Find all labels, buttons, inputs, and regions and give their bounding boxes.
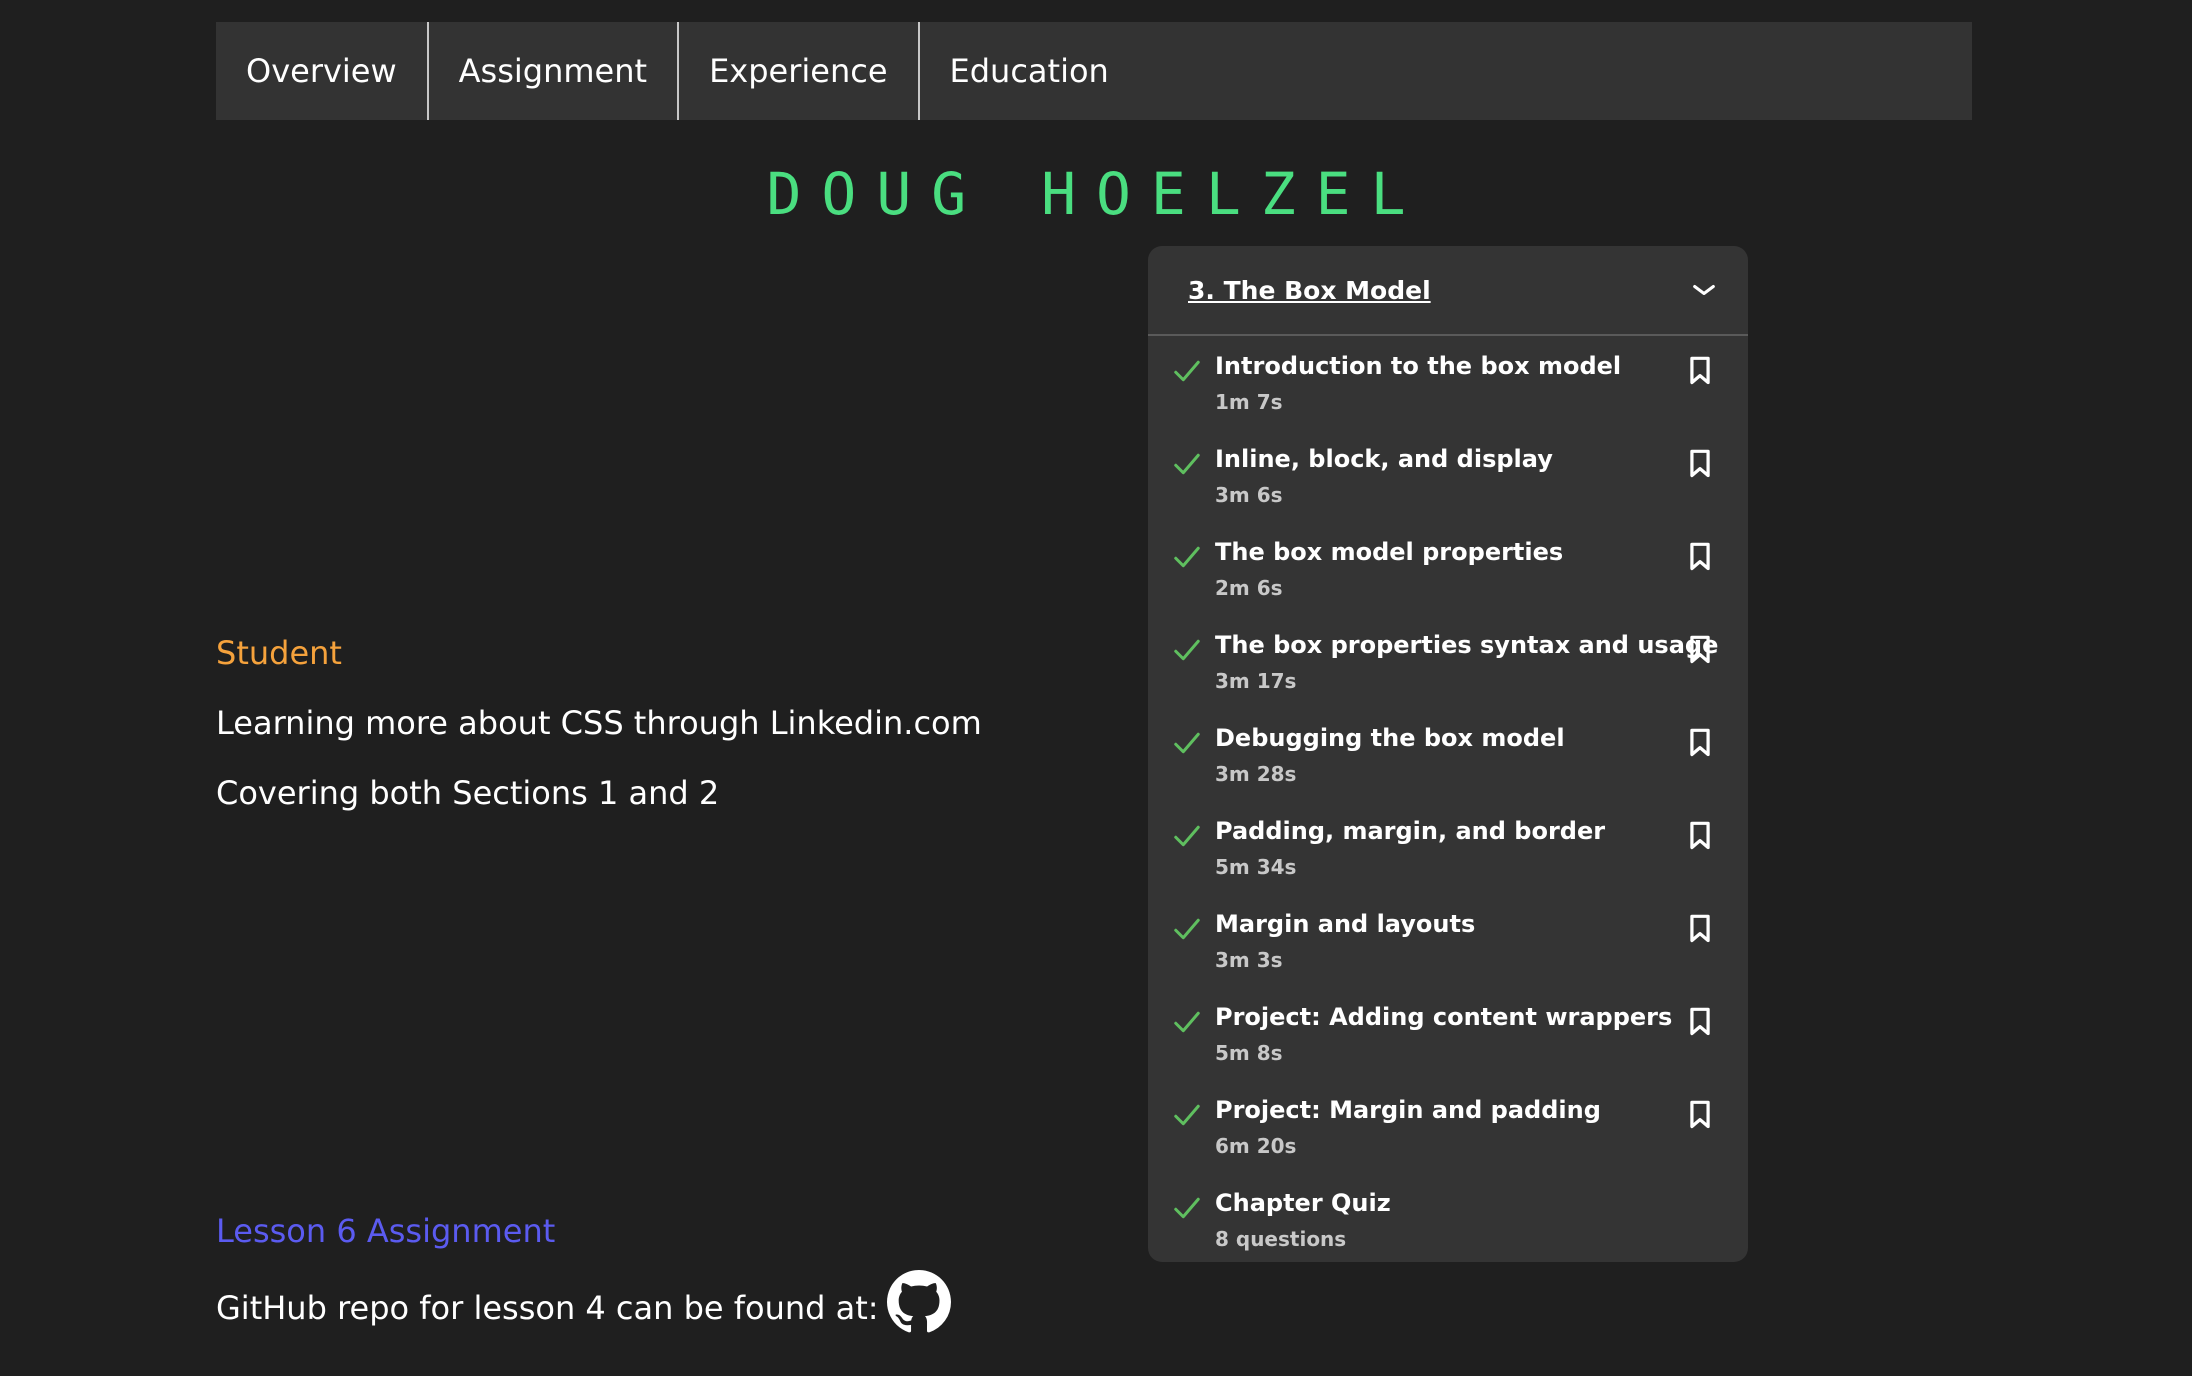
check-icon: [1174, 1104, 1200, 1126]
github-icon[interactable]: [886, 1270, 951, 1334]
top-nav: Overview Assignment Experience Education: [216, 22, 1972, 120]
lesson-duration: 5m 8s: [1215, 1041, 1283, 1065]
description-line-2: Covering both Sections 1 and 2: [216, 774, 720, 812]
lesson-title: Debugging the box model: [1215, 724, 1565, 752]
lesson-item[interactable]: Margin and layouts 3m 3s: [1148, 894, 1748, 987]
lesson-title: Margin and layouts: [1215, 910, 1476, 938]
bookmark-icon[interactable]: [1688, 356, 1712, 386]
nav-assignment[interactable]: Assignment: [429, 22, 680, 120]
role-heading: Student: [216, 634, 342, 672]
nav-experience[interactable]: Experience: [679, 22, 920, 120]
check-icon: [1174, 1011, 1200, 1033]
lesson-title: Project: Adding content wrappers: [1215, 1003, 1673, 1031]
lesson-item[interactable]: Padding, margin, and border 5m 34s: [1148, 801, 1748, 894]
lesson-item[interactable]: The box properties syntax and usage 3m 1…: [1148, 615, 1748, 708]
lesson-duration: 3m 28s: [1215, 762, 1297, 786]
lesson-item[interactable]: Debugging the box model 3m 28s: [1148, 708, 1748, 801]
lesson-item[interactable]: Introduction to the box model 1m 7s: [1148, 336, 1748, 429]
check-icon: [1174, 453, 1200, 475]
lesson-item[interactable]: Project: Margin and padding 6m 20s: [1148, 1080, 1748, 1173]
lesson-item[interactable]: Inline, block, and display 3m 6s: [1148, 429, 1748, 522]
check-icon: [1174, 825, 1200, 847]
nav-overview[interactable]: Overview: [216, 22, 429, 120]
nav-education[interactable]: Education: [920, 22, 1139, 120]
page-title: DOUG HOELZEL: [766, 160, 1426, 228]
lesson-duration: 3m 6s: [1215, 483, 1283, 507]
bookmark-icon[interactable]: [1688, 635, 1712, 665]
lesson-duration: 3m 3s: [1215, 948, 1283, 972]
bookmark-icon[interactable]: [1688, 542, 1712, 572]
lesson-title: The box properties syntax and usage: [1215, 631, 1719, 659]
lesson-duration: 5m 34s: [1215, 855, 1297, 879]
lesson-duration: 3m 17s: [1215, 669, 1297, 693]
lesson-title: Padding, margin, and border: [1215, 817, 1606, 845]
lesson-duration: 2m 6s: [1215, 576, 1283, 600]
lesson-duration: 1m 7s: [1215, 390, 1283, 414]
lesson-title: Project: Margin and padding: [1215, 1096, 1601, 1124]
lesson-title: Chapter Quiz: [1215, 1189, 1391, 1217]
chevron-down-icon[interactable]: [1690, 276, 1718, 304]
bookmark-icon[interactable]: [1688, 1007, 1712, 1037]
bookmark-icon[interactable]: [1688, 728, 1712, 758]
github-line: GitHub repo for lesson 4 can be found at…: [216, 1270, 951, 1334]
check-icon: [1174, 1197, 1200, 1219]
bookmark-icon[interactable]: [1688, 449, 1712, 479]
bookmark-icon[interactable]: [1688, 914, 1712, 944]
lesson-assignment-link[interactable]: Lesson 6 Assignment: [216, 1212, 555, 1250]
description-line-1: Learning more about CSS through Linkedin…: [216, 704, 982, 742]
lesson-list: Introduction to the box model 1m 7s Inli…: [1148, 336, 1748, 1262]
lesson-title: Inline, block, and display: [1215, 445, 1553, 473]
lesson-duration: 6m 20s: [1215, 1134, 1297, 1158]
lesson-item[interactable]: Chapter Quiz 8 questions: [1148, 1173, 1748, 1262]
github-text: GitHub repo for lesson 4 can be found at…: [216, 1289, 879, 1327]
check-icon: [1174, 360, 1200, 382]
section-header[interactable]: 3. The Box Model: [1148, 246, 1748, 336]
course-section-panel: 3. The Box Model Introduction to the box…: [1148, 246, 1748, 1262]
bookmark-icon[interactable]: [1688, 821, 1712, 851]
lesson-title: Introduction to the box model: [1215, 352, 1622, 380]
lesson-title: The box model properties: [1215, 538, 1564, 566]
lesson-duration: 8 questions: [1215, 1227, 1347, 1251]
lesson-item[interactable]: Project: Adding content wrappers 5m 8s: [1148, 987, 1748, 1080]
bookmark-icon[interactable]: [1688, 1100, 1712, 1130]
check-icon: [1174, 732, 1200, 754]
section-title[interactable]: 3. The Box Model: [1188, 276, 1431, 305]
page: Overview Assignment Experience Education…: [0, 0, 2192, 1376]
check-icon: [1174, 546, 1200, 568]
check-icon: [1174, 918, 1200, 940]
check-icon: [1174, 639, 1200, 661]
lesson-item[interactable]: The box model properties 2m 6s: [1148, 522, 1748, 615]
